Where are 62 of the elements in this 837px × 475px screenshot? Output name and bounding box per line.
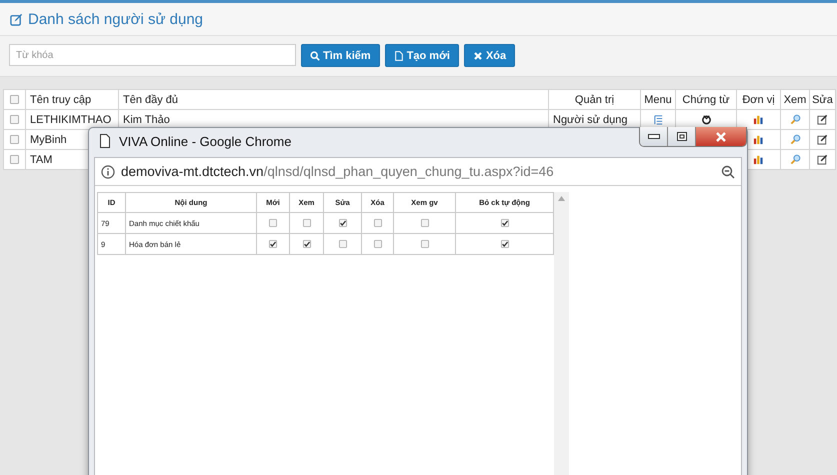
- bar-chart-icon[interactable]: [753, 134, 764, 145]
- checkbox[interactable]: [302, 219, 310, 227]
- checkbox[interactable]: [420, 240, 428, 248]
- checkbox[interactable]: [269, 219, 277, 227]
- checkbox[interactable]: [374, 240, 382, 248]
- bar-chart-icon[interactable]: [753, 154, 764, 165]
- tree-icon[interactable]: [652, 114, 664, 125]
- maximize-button[interactable]: [668, 127, 696, 146]
- close-button[interactable]: [696, 127, 746, 146]
- search-icon: [310, 50, 320, 60]
- checkbox[interactable]: [10, 95, 19, 104]
- close-icon: [715, 132, 727, 142]
- checkbox[interactable]: [10, 115, 19, 124]
- column-header: Tên truy cập: [30, 94, 92, 106]
- edit-icon[interactable]: [817, 114, 828, 125]
- column-header: Menu: [644, 94, 672, 106]
- table-cell: MyBinh: [30, 134, 67, 146]
- address-bar[interactable]: demoviva-mt.dtctech.vn/qlnsd/qlnsd_phan_quyen_chung_tu.aspx?id=46: [95, 158, 741, 186]
- checkbox[interactable]: [10, 155, 19, 164]
- column-header: Quản trị: [574, 94, 614, 106]
- column-header: Chứng từ: [682, 94, 730, 106]
- checkbox[interactable]: [374, 219, 382, 227]
- checkbox[interactable]: [302, 240, 310, 248]
- edit-icon: [10, 12, 23, 26]
- bar-chart-icon[interactable]: [753, 114, 764, 125]
- ring-icon[interactable]: [700, 114, 712, 125]
- table-cell: Kim Thảo: [123, 114, 170, 126]
- table-cell: TAM: [30, 154, 52, 166]
- new-button[interactable]: Tạo mới: [384, 44, 459, 67]
- window-title: VIVA Online - Google Chrome: [119, 134, 292, 148]
- checkbox[interactable]: [500, 240, 508, 248]
- column-header: Đơn vị: [742, 94, 775, 106]
- page-title: Danh sách người sử dụng: [28, 10, 204, 28]
- magnifier-icon[interactable]: [790, 154, 800, 165]
- edit-icon[interactable]: [817, 134, 828, 145]
- edit-icon[interactable]: [817, 154, 828, 165]
- table-cell: LETHIKIMTHAO: [30, 114, 112, 126]
- search-button[interactable]: Tìm kiếm: [301, 44, 380, 67]
- checkbox[interactable]: [420, 219, 428, 227]
- checkbox[interactable]: [338, 219, 346, 227]
- document-icon: [98, 134, 112, 148]
- maximize-icon: [676, 132, 686, 141]
- column-header: Sửa: [812, 94, 833, 106]
- column-header: Tên đầy đủ: [123, 94, 178, 106]
- info-icon: [101, 164, 115, 178]
- search-field[interactable]: Từ khóa: [9, 44, 296, 66]
- zoom-out-icon[interactable]: [721, 164, 735, 178]
- scrollbar[interactable]: [554, 192, 569, 475]
- url-text: demoviva-mt.dtctech.vn/qlnsd/qlnsd_phan_quyen_chung_tu.aspx?id=46: [121, 164, 554, 179]
- checkbox[interactable]: [10, 135, 19, 144]
- delete-button[interactable]: Xóa: [464, 44, 516, 67]
- minimize-icon: [648, 134, 660, 139]
- close-icon: [472, 50, 483, 60]
- magnifier-icon[interactable]: [790, 114, 800, 125]
- checkbox[interactable]: [500, 219, 508, 227]
- minimize-button[interactable]: [640, 127, 668, 146]
- checkbox[interactable]: [338, 240, 346, 248]
- magnifier-icon[interactable]: [790, 134, 800, 145]
- column-header: Xem: [784, 94, 806, 106]
- table-cell: Người sử dụng: [553, 114, 628, 126]
- checkbox[interactable]: [269, 240, 277, 248]
- document-icon: [394, 50, 404, 60]
